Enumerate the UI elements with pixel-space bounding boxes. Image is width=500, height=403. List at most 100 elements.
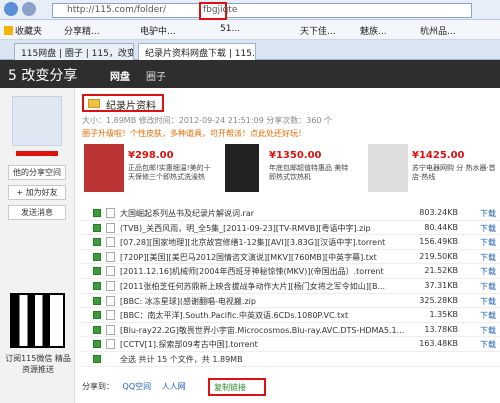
copy-link-button[interactable]: 复制链接 bbox=[208, 378, 266, 396]
download-link[interactable]: 下载 bbox=[480, 252, 496, 263]
tab-115[interactable]: 115网盘 | 圈子 | 115，改变... bbox=[14, 43, 134, 60]
file-size: 156.49KB bbox=[419, 237, 458, 247]
file-name[interactable]: [2011.12.16]机械师[2004年西班牙神秘惊悚(MKV)](帝国出品）… bbox=[120, 266, 420, 277]
file-icon bbox=[106, 339, 115, 350]
ad-item[interactable]: ¥298.00 正品包邮!实惠细温!美的十天保修三个即热式洗澡热 bbox=[84, 144, 219, 196]
file-checkbox[interactable] bbox=[93, 296, 101, 305]
file-checkbox[interactable] bbox=[93, 311, 101, 320]
favorites-button[interactable]: 收藏夹 bbox=[4, 24, 42, 37]
favorite-item[interactable]: 51... bbox=[220, 24, 240, 34]
download-link[interactable]: 下载 bbox=[480, 208, 496, 219]
file-checkbox[interactable] bbox=[93, 267, 101, 276]
favorite-item[interactable]: 电驴中... bbox=[140, 24, 176, 37]
share-space-button[interactable]: 他的分享空间 bbox=[8, 165, 66, 180]
download-link[interactable]: 下载 bbox=[480, 223, 496, 234]
file-row[interactable]: [CCTV[1].探索部09考古中国].torrent 163.48KB 下载 bbox=[80, 337, 500, 352]
download-link[interactable]: 下载 bbox=[480, 339, 496, 350]
share-bar: 分享到： QQ空间 人人网 bbox=[82, 382, 186, 391]
sidebar: 他的分享空间 + 加为好友 发送消息 订阅115微信 精品资源推送 bbox=[0, 88, 75, 403]
star-icon bbox=[4, 26, 13, 35]
ad-banner: ¥298.00 正品包邮!实惠细温!美的十天保修三个即热式洗澡热 ¥1350.0… bbox=[80, 140, 500, 198]
download-link[interactable]: 下载 bbox=[480, 325, 496, 336]
nav-disk[interactable]: 网盘 bbox=[110, 68, 130, 83]
site-logo[interactable]: 5 改变分享 bbox=[8, 65, 77, 85]
file-row[interactable]: [2011.12.16]机械师[2004年西班牙神秘惊悚(MKV)](帝国出品）… bbox=[80, 264, 500, 279]
file-name[interactable]: (TVB)_关西风雨，明_全5集_[2011-09-23][TV-RMVB][粤… bbox=[120, 223, 420, 234]
tab-strip: 115网盘 | 圈子 | 115，改变... 纪录片资料网盘下载 | 115..… bbox=[0, 40, 500, 60]
file-name[interactable]: [07.28][国家地理][北京故宫修缮1-12集][AVI][3.83G][汉… bbox=[120, 237, 420, 248]
file-icon bbox=[106, 295, 115, 306]
nav-circle[interactable]: 圈子 bbox=[146, 68, 166, 83]
main-content: 纪录片资料 大小：1.89MB 修改时间：2012-09-24 21:51:09… bbox=[80, 88, 500, 403]
favorite-item[interactable]: 天下佳... bbox=[300, 24, 336, 37]
file-icon bbox=[106, 280, 115, 291]
qr-caption: 订阅115微信 精品资源推送 bbox=[5, 354, 71, 374]
file-row[interactable]: [BBC: 冰冻星球](感谢翻唱-电视搬.zip 325.28KB 下载 bbox=[80, 294, 500, 309]
file-size: 325.28KB bbox=[419, 295, 458, 305]
download-link[interactable]: 下载 bbox=[480, 266, 496, 277]
file-checkbox[interactable] bbox=[93, 209, 101, 217]
back-icon[interactable] bbox=[4, 2, 18, 16]
file-row[interactable]: [BBC：南太平洋].South.Pacific.中英双语.6CDs.1080P… bbox=[80, 308, 500, 323]
folder-icon bbox=[88, 99, 100, 108]
favorite-item[interactable]: 魅族... bbox=[360, 24, 387, 37]
download-link[interactable]: 下载 bbox=[480, 281, 496, 292]
ad-image bbox=[368, 144, 408, 192]
url-highlight: fbgjiqte bbox=[199, 2, 237, 20]
favorite-item[interactable]: 分享精... bbox=[64, 24, 100, 37]
file-size: 803.24KB bbox=[419, 208, 458, 217]
ad-item[interactable]: ¥1425.00 苏宁电器网购 分 热水器·首店·热线 bbox=[368, 144, 498, 196]
file-icon bbox=[106, 237, 115, 248]
tab-documentary[interactable]: 纪录片资料网盘下载 | 115... bbox=[138, 43, 256, 60]
ad-image bbox=[225, 144, 259, 192]
select-all-checkbox[interactable] bbox=[93, 354, 101, 363]
file-row[interactable]: 大国崛起系列丛书及纪录片解说词.rar 803.24KB 下载 bbox=[80, 206, 500, 221]
ad-item[interactable]: ¥1350.00 年底包邮超值特惠品 美特即热式饮热机 bbox=[225, 144, 360, 196]
download-link[interactable]: 下载 bbox=[480, 310, 496, 321]
share-qq[interactable]: QQ空间 bbox=[123, 382, 152, 391]
file-name[interactable]: 大国崛起系列丛书及纪录片解说词.rar bbox=[120, 208, 420, 219]
file-name[interactable]: [2011张柏芝任何苏鼎新上映含拔战争动作大片][杨门女将之军令如山][B... bbox=[120, 281, 420, 292]
file-name[interactable]: [BBC：南太平洋].South.Pacific.中英双语.6CDs.1080P… bbox=[120, 310, 420, 321]
file-row[interactable]: (TVB)_关西风雨，明_全5集_[2011-09-23][TV-RMVB][粤… bbox=[80, 221, 500, 236]
file-name[interactable]: [Blu-ray22.2G]敬畏世界小宇宙.Microcosmos.Blu-ra… bbox=[120, 325, 420, 336]
file-checkbox[interactable] bbox=[93, 340, 101, 349]
file-row[interactable]: [720P][美国][美巴马2012国情咨文演说][MKV][760MB][中英… bbox=[80, 250, 500, 265]
file-size: 13.78KB bbox=[424, 324, 458, 334]
promo-link[interactable]: 圈子升级啦！个性皮肤，多种道具，可开帮派！点此处还好玩！ bbox=[82, 128, 306, 139]
file-size: 37.31KB bbox=[424, 280, 458, 290]
file-checkbox[interactable] bbox=[93, 238, 101, 247]
file-checkbox[interactable] bbox=[93, 252, 101, 261]
favorites-bar: 收藏夹 分享精... 电驴中... 51... 天下佳... 魅族... 杭州品… bbox=[0, 20, 500, 40]
download-link[interactable]: 下载 bbox=[480, 296, 496, 307]
file-list: 大国崛起系列丛书及纪录片解说词.rar 803.24KB 下载 (TVB)_关西风雨，… bbox=[80, 206, 500, 367]
file-name[interactable]: [CCTV[1].探索部09考古中国].torrent bbox=[120, 339, 420, 350]
send-message-button[interactable]: 发送消息 bbox=[8, 205, 66, 220]
file-row[interactable]: [Blu-ray22.2G]敬畏世界小宇宙.Microcosmos.Blu-ra… bbox=[80, 323, 500, 338]
share-renren[interactable]: 人人网 bbox=[162, 382, 186, 391]
file-checkbox[interactable] bbox=[93, 281, 101, 290]
file-size: 163.48KB bbox=[419, 339, 458, 349]
file-icon bbox=[106, 324, 115, 335]
favorite-item[interactable]: 杭州品... bbox=[420, 24, 456, 37]
folder-title-box: 纪录片资料 bbox=[82, 94, 164, 112]
file-checkbox[interactable] bbox=[93, 325, 101, 334]
folder-meta: 大小：1.89MB 修改时间：2012-09-24 21:51:09 分享次数：… bbox=[82, 116, 333, 125]
file-row[interactable]: [2011张柏芝任何苏鼎新上映含拔战争动作大片][杨门女将之军令如山][B...… bbox=[80, 279, 500, 294]
file-name[interactable]: [720P][美国][美巴马2012国情咨文演说][MKV][760MB][中英… bbox=[120, 252, 420, 263]
file-row[interactable]: [07.28][国家地理][北京故宫修缮1-12集][AVI][3.83G][汉… bbox=[80, 235, 500, 250]
file-checkbox[interactable] bbox=[93, 223, 101, 232]
file-icon bbox=[106, 251, 115, 262]
file-icon bbox=[106, 310, 115, 321]
add-friend-button[interactable]: + 加为好友 bbox=[8, 185, 66, 200]
redacted-username bbox=[16, 151, 58, 156]
download-link[interactable]: 下载 bbox=[480, 237, 496, 248]
file-name[interactable]: [BBC: 冰冻星球](感谢翻唱-电视搬.zip bbox=[120, 296, 420, 307]
summary-text: 全选 共计 15 个文件，共 1.89MB bbox=[120, 354, 243, 364]
forward-icon[interactable] bbox=[22, 2, 36, 16]
url-input[interactable]: http://115.com/folder/ fbgjiqte bbox=[52, 2, 472, 20]
file-size: 1.35KB bbox=[429, 310, 458, 320]
ad-image bbox=[84, 144, 124, 192]
avatar[interactable] bbox=[12, 96, 62, 146]
file-size: 21.52KB bbox=[424, 266, 458, 276]
